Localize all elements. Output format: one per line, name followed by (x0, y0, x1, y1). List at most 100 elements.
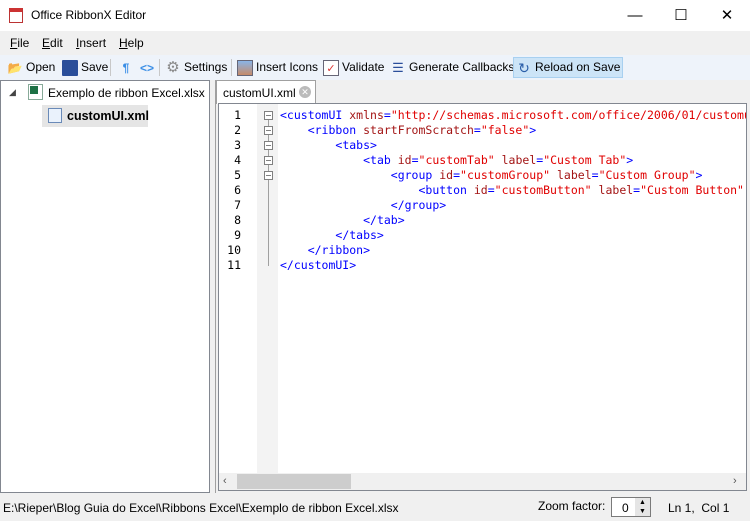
reload-on-save-toggle[interactable]: ↻ Reload on Save (513, 57, 624, 78)
tab-customui[interactable]: customUI.xml ✕ (216, 80, 316, 104)
xml-tag: </tab> (363, 213, 405, 227)
code-icon: <> (139, 60, 154, 75)
line-number: 8 (234, 213, 241, 227)
code-line: </tabs> (280, 228, 384, 243)
scroll-right-icon[interactable]: › (733, 475, 737, 487)
toolbar-separator (231, 59, 232, 76)
xml-tag: = (411, 153, 419, 167)
format-code-button[interactable]: <> (137, 57, 157, 78)
tree-item-file[interactable]: Exemplo de ribbon Excel.xlsx (48, 86, 205, 100)
show-whitespace-button[interactable]: ¶ (116, 57, 136, 78)
xml-value: "Custom Button" (640, 183, 744, 197)
menu-insert[interactable]: Insert (76, 36, 106, 50)
insert-icons-label: Insert Icons (256, 60, 319, 74)
reload-icon: ↻ (518, 59, 530, 76)
toolbar-separator (159, 59, 160, 76)
fold-toggle-icon[interactable] (264, 111, 273, 120)
xml-tag: = (383, 108, 391, 122)
window-title: Office RibbonX Editor (31, 8, 147, 22)
xml-attribute: startFromScratch (363, 123, 474, 137)
line-number: 1 (234, 108, 241, 122)
xml-tag: <customUI (280, 108, 350, 122)
xml-value: "customTab" (418, 153, 495, 167)
xml-tag: </tabs> (335, 228, 384, 242)
code-line: <tabs> (280, 138, 377, 153)
close-button[interactable]: ✕ (704, 0, 750, 31)
minimize-button[interactable]: — (612, 0, 658, 31)
line-number: 3 (234, 138, 241, 152)
xml-tag (495, 153, 502, 167)
xml-tag: = (487, 183, 495, 197)
close-tab-icon[interactable]: ✕ (299, 86, 311, 98)
scroll-left-icon[interactable]: ‹ (223, 475, 227, 487)
open-button[interactable]: 📂 Open (5, 57, 57, 78)
code-line: </ribbon> (280, 243, 370, 258)
line-number: 7 (234, 198, 241, 212)
xml-attribute: xmlns (349, 108, 384, 122)
menu-help[interactable]: Help (119, 36, 144, 50)
validate-label: Validate (342, 60, 385, 74)
code-lines: 1 <customUI xmlns="http://schemas.microso… (219, 108, 747, 278)
fold-toggle-icon[interactable] (264, 141, 273, 150)
menu-bar: File Edit Insert Help (0, 33, 750, 53)
decrement-icon[interactable]: ▼ (635, 507, 650, 516)
line-number: 4 (234, 153, 241, 167)
reload-on-save-label: Reload on Save (535, 60, 621, 74)
xml-attribute: id (397, 153, 412, 167)
settings-button[interactable]: ⚙ Settings (163, 57, 229, 78)
code-editor[interactable]: 1 <customUI xmlns="http://schemas.microso… (218, 103, 747, 491)
open-label: Open (26, 60, 56, 74)
file-tree: ◢ Exemplo de ribbon Excel.xlsx customUI.… (0, 80, 210, 493)
line-number: 11 (227, 258, 241, 272)
xml-value: "Custom Tab" (543, 153, 627, 167)
line-number: 10 (227, 243, 241, 257)
increment-icon[interactable]: ▲ (635, 498, 650, 507)
fold-toggle-icon[interactable] (264, 171, 273, 180)
xml-value: "customButton" (494, 183, 592, 197)
checklist-icon: ✓ (323, 59, 339, 76)
zoom-label: Zoom factor: (538, 499, 606, 513)
line-number: 9 (234, 228, 241, 242)
zoom-factor-stepper[interactable]: 0 ▲ ▼ (611, 497, 651, 517)
status-bar: E:\Rieper\Blog Guia do Excel\Ribbons Exc… (0, 494, 750, 521)
xml-attribute: id (473, 183, 488, 197)
code-line: <button id="customButton" label="Custom … (280, 183, 744, 198)
collapse-arrow-icon[interactable]: ◢ (9, 87, 16, 98)
save-icon (62, 59, 78, 76)
tree-item-customui-selected[interactable]: customUI.xml (42, 105, 149, 127)
xml-tag: = (473, 123, 481, 137)
horizontal-scrollbar[interactable]: ‹ › (219, 473, 746, 490)
toolbar-separator (110, 59, 111, 76)
code-line: <customUI xmlns="http://schemas.microsof… (280, 108, 747, 123)
fold-toggle-icon[interactable] (264, 156, 273, 165)
xml-tag: <button (418, 183, 474, 197)
xml-tag: <tabs> (335, 138, 377, 152)
gear-icon: ⚙ (166, 58, 180, 76)
menu-edit[interactable]: Edit (42, 36, 63, 50)
xml-tag: = (591, 168, 599, 182)
scroll-thumb[interactable] (237, 474, 351, 489)
save-button[interactable]: Save (60, 57, 110, 78)
generate-callbacks-button[interactable]: ☰ Generate Callbacks (388, 57, 516, 78)
file-path: E:\Rieper\Blog Guia do Excel\Ribbons Exc… (3, 501, 399, 515)
xml-value: "http://schemas.microsoft.com/office/200… (390, 108, 747, 122)
code-line: </group> (280, 198, 446, 213)
line-number: 5 (234, 168, 241, 182)
line-number: 6 (234, 183, 241, 197)
xml-tag: = (453, 168, 461, 182)
code-line: </customUI> (280, 258, 356, 273)
fold-toggle-icon[interactable] (264, 126, 273, 135)
code-line: <ribbon startFromScratch="false"> (280, 123, 537, 138)
insert-icons-button[interactable]: Insert Icons (235, 57, 320, 78)
xml-attribute: label (557, 168, 592, 182)
menu-file[interactable]: File (10, 36, 29, 50)
maximize-button[interactable]: ☐ (658, 0, 704, 31)
xml-tag: > (529, 123, 537, 137)
validate-button[interactable]: ✓ Validate (321, 57, 386, 78)
